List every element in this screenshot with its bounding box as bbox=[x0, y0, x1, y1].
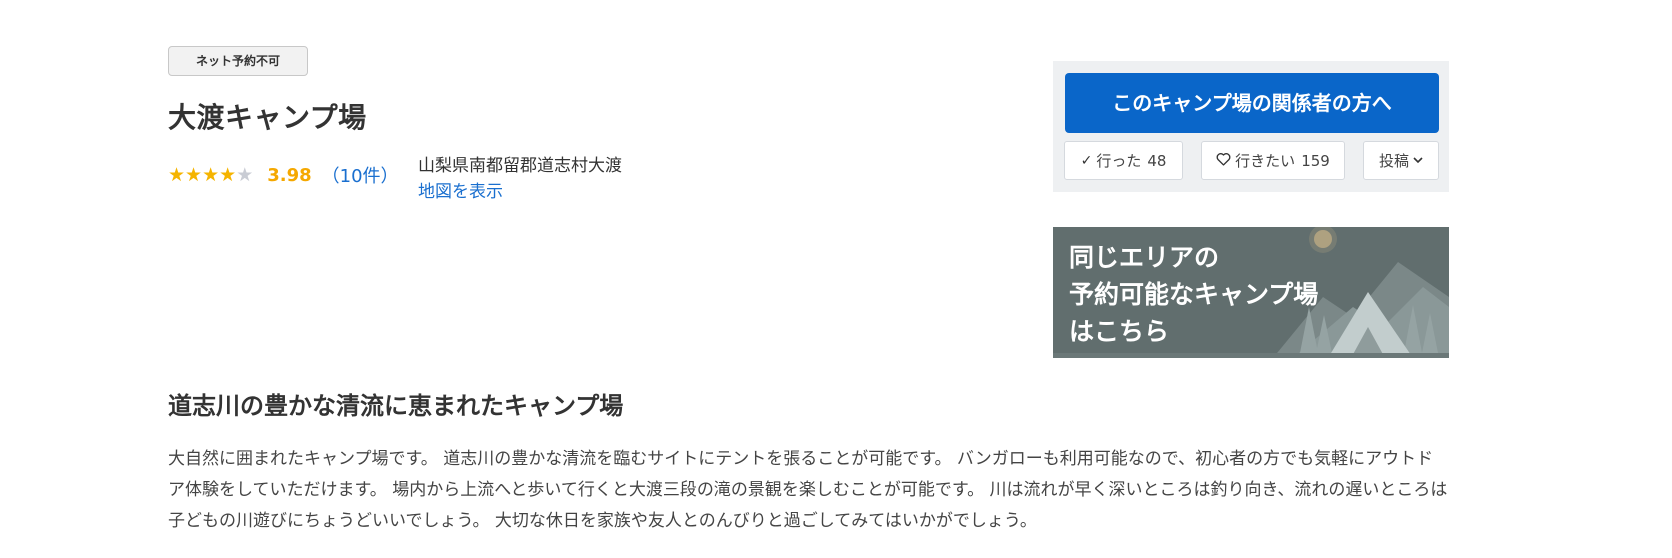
banner-line: 同じエリアの bbox=[1069, 243, 1220, 272]
show-map-link[interactable]: 地図を表示 bbox=[418, 180, 503, 204]
want-label: 行きたい bbox=[1235, 152, 1296, 170]
reservation-status-badge: ネット予約不可 bbox=[168, 46, 308, 76]
star-icon: ★ bbox=[168, 164, 186, 186]
address: 山梨県南都留郡道志村大渡 bbox=[418, 156, 622, 176]
banner-line: 予約可能なキャンプ場 bbox=[1069, 280, 1319, 309]
heart-icon bbox=[1216, 152, 1231, 170]
went-button[interactable]: ✓ 行った 48 bbox=[1064, 141, 1183, 180]
star-icon: ★ bbox=[202, 164, 220, 186]
nearby-bookable-campsites-banner[interactable]: 同じエリアの 予約可能なキャンプ場 はこちら bbox=[1053, 227, 1449, 358]
owner-contact-button[interactable]: このキャンプ場の関係者の方へ bbox=[1065, 73, 1439, 133]
star-icon: ★ bbox=[185, 164, 203, 186]
page-title: 大渡キャンプ場 bbox=[168, 101, 367, 134]
side-panel: このキャンプ場の関係者の方へ ✓ 行った 48 行きたい 159 投稿 bbox=[1053, 61, 1449, 192]
chevron-down-icon bbox=[1413, 154, 1423, 167]
rating-stars: ★ ★ ★ ★ ★ bbox=[168, 164, 253, 186]
post-dropdown-button[interactable]: 投稿 bbox=[1363, 141, 1439, 180]
banner-line: はこちら bbox=[1069, 317, 1170, 346]
rating-row: ★ ★ ★ ★ ★ 3.98 （10件） bbox=[168, 162, 399, 188]
want-to-go-button[interactable]: 行きたい 159 bbox=[1201, 141, 1345, 180]
star-empty-icon: ★ bbox=[236, 164, 254, 186]
check-icon: ✓ bbox=[1080, 152, 1093, 169]
want-count: 159 bbox=[1301, 151, 1330, 170]
went-label: 行った bbox=[1096, 152, 1142, 170]
star-icon: ★ bbox=[219, 164, 237, 186]
section-heading: 道志川の豊かな清流に恵まれたキャンプ場 bbox=[168, 392, 624, 420]
rating-score: 3.98 bbox=[267, 164, 312, 186]
banner-text: 同じエリアの 予約可能なキャンプ場 はこちら bbox=[1069, 239, 1318, 350]
review-count-link[interactable]: （10件） bbox=[322, 162, 399, 188]
went-count: 48 bbox=[1147, 151, 1167, 170]
description-text: 大自然に囲まれたキャンプ場です。 道志川の豊かな清流を臨むサイトにテントを張るこ… bbox=[168, 449, 1448, 531]
post-label: 投稿 bbox=[1378, 152, 1409, 170]
